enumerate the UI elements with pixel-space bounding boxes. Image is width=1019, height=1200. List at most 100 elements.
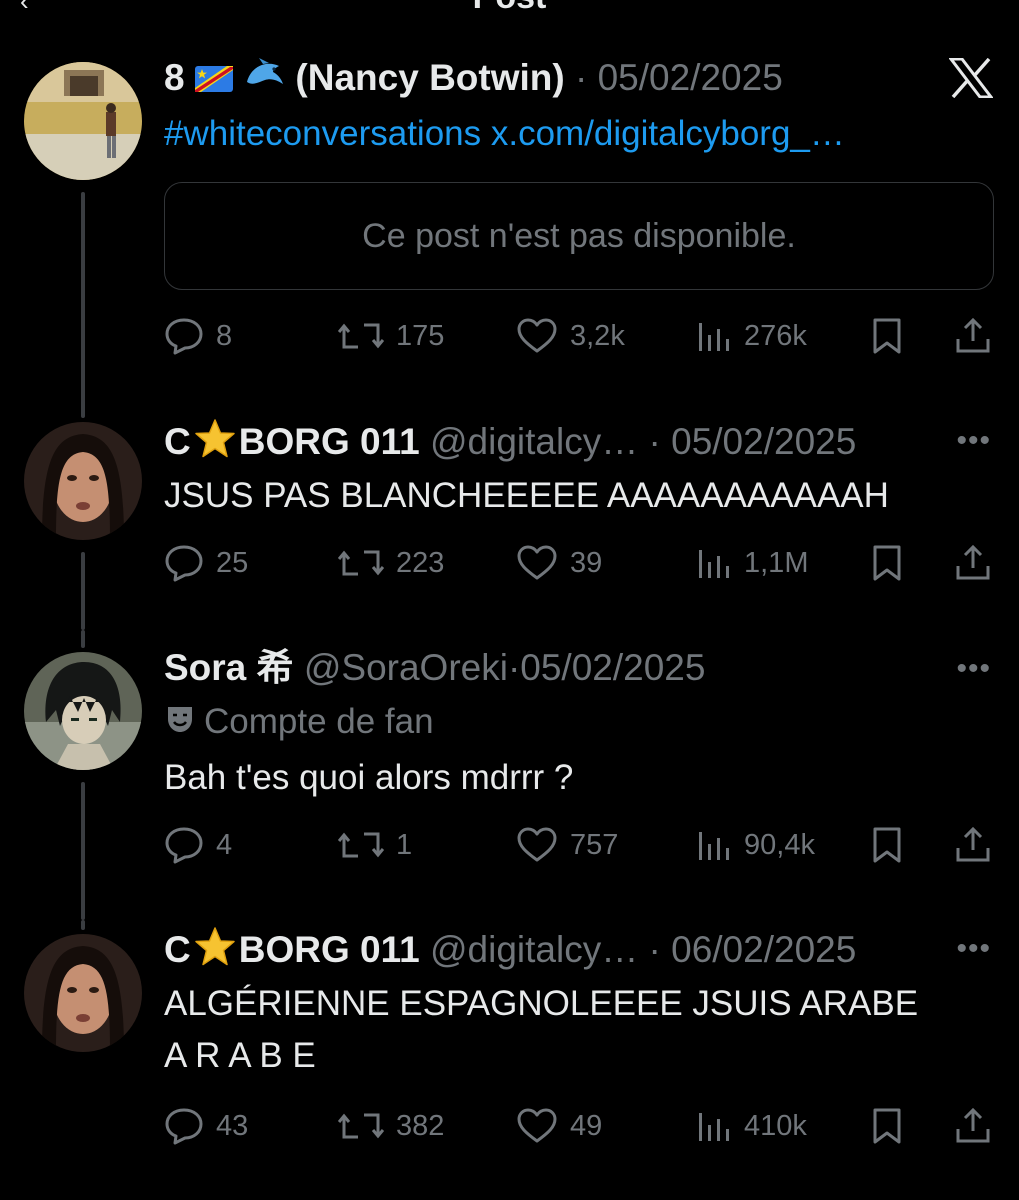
reply-button[interactable]: 8 bbox=[164, 316, 232, 356]
reply-count: 43 bbox=[216, 1109, 249, 1142]
like-button[interactable]: 757 bbox=[516, 825, 618, 865]
repost-icon bbox=[338, 832, 384, 858]
separator-dot: · bbox=[648, 928, 661, 970]
reply-count: 4 bbox=[216, 828, 233, 861]
repost-count: 382 bbox=[396, 1109, 445, 1142]
tweet-text-line-1: ALGÉRIENNE ESPAGNOLEEEE JSUIS ARABE bbox=[164, 984, 919, 1023]
share-button[interactable] bbox=[954, 825, 992, 865]
author-display-name[interactable]: (Nancy Botwin) bbox=[295, 57, 564, 98]
reply-button[interactable]: 4 bbox=[164, 825, 232, 865]
views-count: 276k bbox=[744, 319, 807, 352]
tweet-text-line-2: A R A B E bbox=[164, 1036, 316, 1075]
star-icon bbox=[193, 418, 237, 470]
share-icon bbox=[956, 1107, 990, 1143]
separator-dot: · bbox=[574, 57, 588, 98]
views-icon bbox=[699, 323, 729, 351]
tweet-header: 8 (Nancy Botwin) · 05/02/2025 bbox=[164, 56, 783, 102]
tweet-header: C BORG 011 @digitalcy… · 06/02/2025 bbox=[164, 926, 856, 978]
bookmark-icon bbox=[873, 545, 901, 581]
share-button[interactable] bbox=[954, 316, 992, 356]
tweet-2[interactable]: C BORG 011 @digitalcy… · 05/02/2025 ••• J… bbox=[0, 400, 1019, 630]
thread-line bbox=[81, 782, 85, 920]
repost-icon bbox=[338, 550, 384, 576]
tweet-text: ALGÉRIENNE ESPAGNOLEEEE JSUIS ARABE A R … bbox=[164, 978, 918, 1082]
parody-badge: Compte de fan bbox=[164, 700, 434, 746]
more-icon[interactable]: ••• bbox=[956, 652, 991, 686]
share-button[interactable] bbox=[954, 543, 992, 583]
like-button[interactable]: 3,2k bbox=[516, 316, 625, 356]
author-name[interactable]: 8 bbox=[164, 57, 185, 98]
avatar-sora[interactable] bbox=[24, 652, 142, 770]
repost-count: 1 bbox=[396, 828, 413, 861]
tweet-1[interactable]: 8 (Nancy Botwin) · 05/02/2025 #whiteconv… bbox=[0, 0, 1019, 410]
share-button[interactable] bbox=[954, 1106, 992, 1146]
author-name[interactable]: C bbox=[164, 929, 191, 970]
url-link[interactable]: x.com/digitalcyborg_… bbox=[491, 114, 845, 153]
author-handle[interactable]: @digitalcy… bbox=[430, 929, 638, 970]
bookmark-button[interactable] bbox=[870, 825, 904, 865]
tweet-text: Bah t'es quoi alors mdrrr ? bbox=[164, 758, 574, 797]
author-name[interactable]: Sora 希 bbox=[164, 647, 294, 688]
views-button[interactable]: 276k bbox=[696, 316, 807, 356]
repost-icon bbox=[338, 323, 384, 349]
reply-icon bbox=[165, 318, 203, 355]
badge-label: Compte de fan bbox=[204, 702, 434, 741]
hashtag-link[interactable]: #whiteconversations bbox=[164, 114, 481, 153]
tweet-header: C BORG 011 @digitalcy… · 05/02/2025 bbox=[164, 418, 856, 470]
more-icon[interactable]: ••• bbox=[956, 932, 991, 966]
repost-button[interactable]: 223 bbox=[338, 543, 444, 583]
views-button[interactable]: 410k bbox=[696, 1106, 807, 1146]
reply-icon bbox=[165, 545, 203, 582]
thread-line-top bbox=[81, 630, 85, 648]
avatar-cborg[interactable] bbox=[24, 422, 142, 540]
author-display-name[interactable]: BORG 011 bbox=[239, 929, 420, 970]
repost-button[interactable]: 382 bbox=[338, 1106, 444, 1146]
tweet-4[interactable]: C BORG 011 @digitalcy… · 06/02/2025 ••• A… bbox=[0, 920, 1019, 1200]
bookmark-button[interactable] bbox=[870, 316, 904, 356]
tweet-date[interactable]: 06/02/2025 bbox=[671, 929, 856, 970]
author-handle[interactable]: @digitalcy… bbox=[430, 421, 638, 462]
quoted-post-unavailable[interactable]: Ce post n'est pas disponible. bbox=[164, 182, 994, 290]
x-logo-icon bbox=[947, 57, 995, 103]
views-button[interactable]: 90,4k bbox=[696, 825, 815, 865]
repost-button[interactable]: 1 bbox=[338, 825, 412, 865]
avatar-cborg[interactable] bbox=[24, 934, 142, 1052]
reply-count: 8 bbox=[216, 319, 233, 352]
thread-line bbox=[81, 192, 85, 410]
like-count: 39 bbox=[570, 546, 603, 579]
more-icon[interactable]: ••• bbox=[956, 424, 991, 458]
author-handle[interactable]: @SoraOreki bbox=[304, 647, 508, 688]
bookmark-icon bbox=[873, 1108, 901, 1144]
tweet-actions: 25 223 39 1,1M bbox=[164, 543, 994, 583]
like-button[interactable]: 39 bbox=[516, 543, 602, 583]
author-name[interactable]: C bbox=[164, 421, 191, 462]
author-display-name[interactable]: BORG 011 bbox=[239, 421, 420, 462]
star-icon bbox=[193, 926, 237, 978]
tweet-date[interactable]: 05/02/2025 bbox=[598, 57, 783, 98]
share-icon bbox=[956, 317, 990, 353]
repost-button[interactable]: 175 bbox=[338, 316, 444, 356]
thread-line-top bbox=[81, 920, 85, 930]
tweet-date[interactable]: 05/02/2025 bbox=[671, 421, 856, 462]
avatar-nancy[interactable] bbox=[24, 62, 142, 180]
heart-icon bbox=[517, 545, 557, 580]
reply-button[interactable]: 25 bbox=[164, 543, 248, 583]
bookmark-button[interactable] bbox=[870, 543, 904, 583]
drc-flag-icon bbox=[194, 58, 233, 102]
tweet-actions: 43 382 49 410k bbox=[164, 1106, 994, 1146]
bookmark-button[interactable] bbox=[870, 1106, 904, 1146]
views-count: 90,4k bbox=[744, 828, 815, 861]
tweet-3[interactable]: Sora 希 @SoraOreki·05/02/2025 ••• Compte … bbox=[0, 630, 1019, 920]
share-icon bbox=[956, 544, 990, 580]
views-button[interactable]: 1,1M bbox=[696, 543, 808, 583]
reply-icon bbox=[165, 827, 203, 864]
reply-icon bbox=[165, 1108, 203, 1145]
views-count: 410k bbox=[744, 1109, 807, 1142]
theater-masks-icon bbox=[164, 702, 196, 746]
like-button[interactable]: 49 bbox=[516, 1106, 602, 1146]
tweet-actions: 8 175 3,2k 276k bbox=[164, 316, 994, 356]
reply-button[interactable]: 43 bbox=[164, 1106, 248, 1146]
bookmark-icon bbox=[873, 318, 901, 354]
like-count: 757 bbox=[570, 828, 619, 861]
tweet-date[interactable]: 05/02/2025 bbox=[520, 647, 705, 688]
